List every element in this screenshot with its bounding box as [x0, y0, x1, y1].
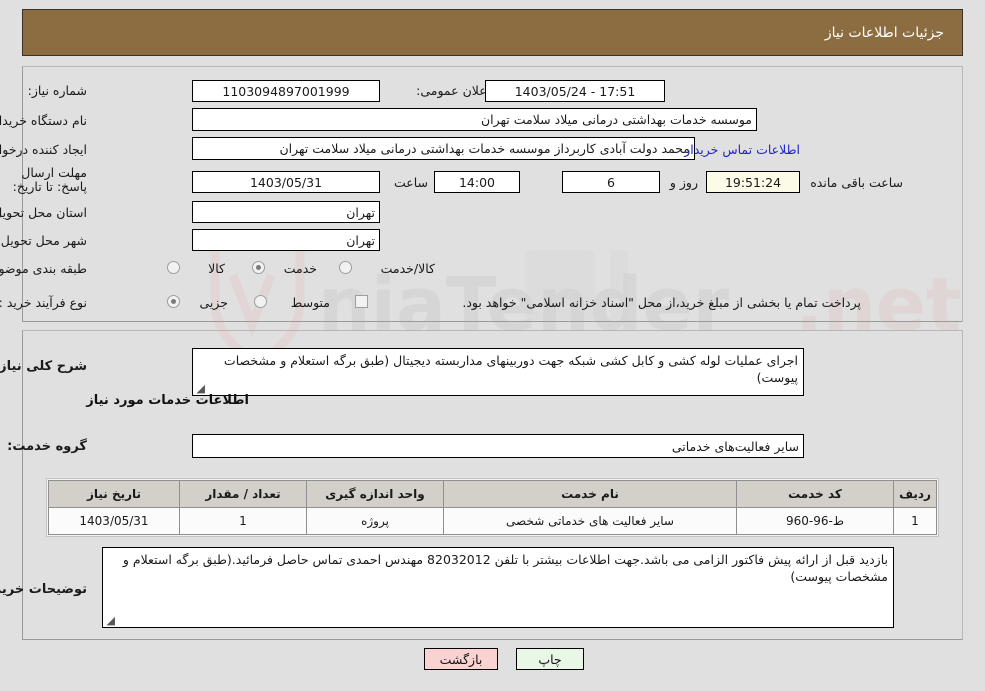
- remaining-days-value: 6: [562, 171, 660, 193]
- buyer-org-label: نام دستگاه خریدار:: [0, 113, 87, 128]
- radio-process-jozi[interactable]: [167, 295, 180, 308]
- province-value: تهران: [192, 201, 380, 223]
- services-table-wrapper: ردیف کد خدمت نام خدمت واحد اندازه گیری ت…: [46, 478, 939, 537]
- page-title: جزئیات اطلاعات نیاز: [824, 24, 944, 41]
- deadline-time-value: 14:00: [434, 171, 520, 193]
- public-announce-value: 17:51 - 1403/05/24: [485, 80, 665, 102]
- remaining-days-label: روز و: [669, 175, 698, 190]
- radio-category-kala[interactable]: [167, 261, 180, 274]
- radio-process-jozi-label: جزیی: [199, 295, 228, 310]
- summary-text: اجرای عملیات لوله کشی و کابل کشی شبکه جه…: [223, 353, 798, 385]
- category-label: طبقه بندی موضوعی:: [0, 261, 87, 276]
- creator-label: ایجاد کننده درخواست:: [0, 142, 87, 157]
- remaining-suffix-label: ساعت باقی مانده: [810, 175, 903, 190]
- treasury-docs-checkbox[interactable]: [355, 295, 368, 308]
- province-label: استان محل تحویل:: [0, 205, 87, 220]
- col-service-name: نام خدمت: [443, 480, 737, 508]
- resize-grip-icon-2[interactable]: ◢: [105, 615, 115, 626]
- deadline-label: مهلت ارسال پاسخ: تا تاریخ:: [12, 165, 87, 194]
- buyer-org-value: موسسه خدمات بهداشتی درمانی میلاد سلامت ت…: [192, 108, 757, 131]
- page-root: niaTender .net جزئیات اطلاعات نیاز شماره…: [0, 0, 985, 691]
- city-label: شهر محل تحویل:: [0, 233, 87, 248]
- buyer-contact-link[interactable]: اطلاعات تماس خریدار: [684, 143, 800, 157]
- col-unit: واحد اندازه گیری: [306, 480, 444, 508]
- city-value: تهران: [192, 229, 380, 251]
- service-group-value: سایر فعالیت‌های خدماتی: [192, 434, 804, 458]
- creator-value: محمد دولت آبادی کاربرداز موسسه خدمات بهد…: [192, 137, 695, 160]
- service-group-label: گروه خدمت:: [7, 439, 87, 454]
- col-quantity: تعداد / مقدار: [179, 480, 307, 508]
- radio-process-motavaset-label: متوسط: [290, 295, 330, 310]
- radio-category-khedmat-label: خدمت: [283, 261, 317, 276]
- cell-need-date: 1403/05/31: [48, 507, 180, 535]
- buyer-notes-label: توضیحات خریدار:: [0, 582, 87, 597]
- cell-radif: 1: [893, 507, 937, 535]
- buyer-notes-text: بازدید قبل از ارائه پیش فاکتور الزامی می…: [122, 552, 888, 584]
- cell-service-code: ط-96-960: [736, 507, 894, 535]
- table-row: 1 ط-96-960 سایر فعالیت های خدماتی شخصی پ…: [48, 507, 937, 535]
- services-heading: اطلاعات خدمات مورد نیاز: [86, 393, 249, 408]
- radio-category-kala-khedmat-label: کالا/خدمت: [380, 261, 435, 276]
- need-info-panel: [22, 66, 963, 322]
- col-service-code: کد خدمت: [736, 480, 894, 508]
- remaining-timer-value: 19:51:24: [706, 171, 800, 193]
- deadline-hour-label: ساعت: [393, 175, 428, 190]
- back-button[interactable]: بازگشت: [424, 648, 498, 670]
- cell-quantity: 1: [179, 507, 307, 535]
- cell-unit: پروژه: [306, 507, 444, 535]
- table-header-row: ردیف کد خدمت نام خدمت واحد اندازه گیری ت…: [48, 480, 937, 508]
- summary-textarea[interactable]: اجرای عملیات لوله کشی و کابل کشی شبکه جه…: [192, 348, 804, 396]
- col-need-date: تاریخ نیاز: [48, 480, 180, 508]
- radio-process-motavaset[interactable]: [254, 295, 267, 308]
- summary-label: شرح کلی نیاز:: [0, 359, 87, 374]
- need-number-value: 1103094897001999: [192, 80, 380, 102]
- process-label: نوع فرآیند خرید :: [0, 295, 87, 310]
- need-number-label: شماره نیاز:: [27, 83, 87, 98]
- print-button[interactable]: چاپ: [516, 648, 584, 670]
- treasury-docs-label: پرداخت تمام یا بخشی از مبلغ خرید،از محل …: [462, 295, 861, 310]
- buyer-notes-textarea[interactable]: بازدید قبل از ارائه پیش فاکتور الزامی می…: [102, 547, 894, 628]
- col-radif: ردیف: [893, 480, 937, 508]
- page-header: جزئیات اطلاعات نیاز: [22, 9, 963, 56]
- radio-category-kala-khedmat[interactable]: [339, 261, 352, 274]
- cell-service-name: سایر فعالیت های خدماتی شخصی: [443, 507, 737, 535]
- services-table: ردیف کد خدمت نام خدمت واحد اندازه گیری ت…: [48, 480, 937, 535]
- radio-category-khedmat[interactable]: [252, 261, 265, 274]
- radio-category-kala-label: کالا: [208, 261, 225, 276]
- deadline-date-value: 1403/05/31: [192, 171, 380, 193]
